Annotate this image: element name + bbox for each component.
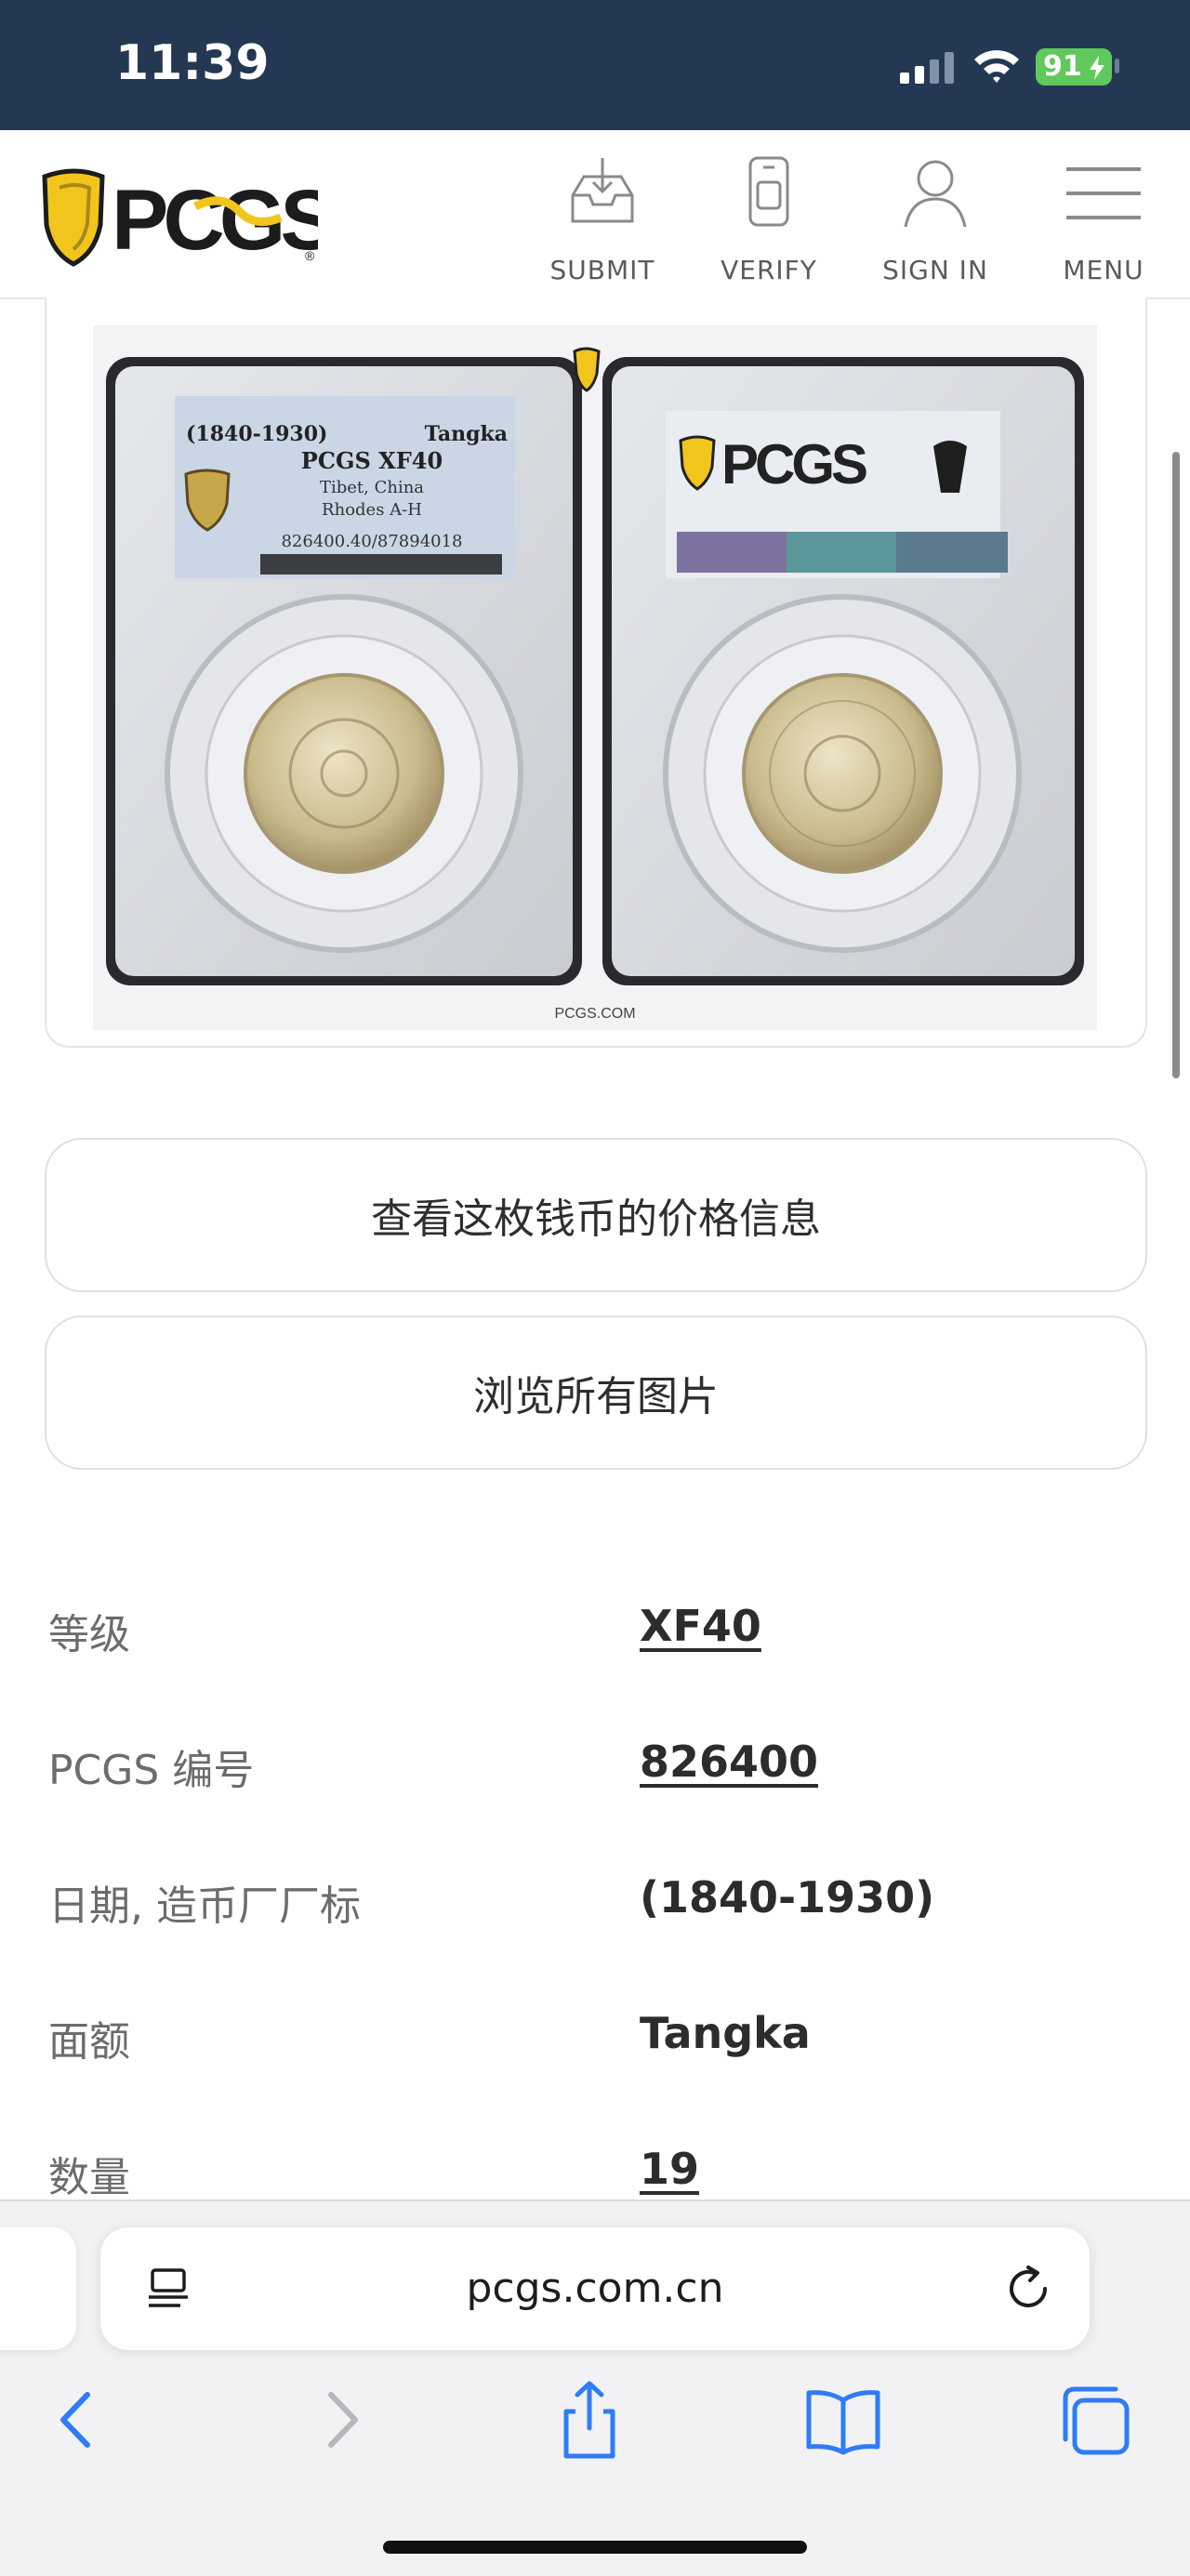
- battery-cap: [1115, 59, 1119, 73]
- battery-icon: 91: [1036, 48, 1112, 86]
- detail-value-population[interactable]: 19: [640, 2144, 699, 2194]
- detail-value-grade[interactable]: XF40: [640, 1601, 761, 1651]
- nav-verify-label: VERIFY: [721, 255, 817, 285]
- user-icon: [904, 160, 967, 228]
- slab-denomination: Tangka: [425, 422, 508, 446]
- cellular-signal-icon: [900, 52, 954, 84]
- slab-country: Tibet, China: [320, 478, 424, 497]
- back-icon[interactable]: [37, 2378, 121, 2462]
- status-time: 11:39: [115, 35, 270, 91]
- nav-menu-label: MENU: [1063, 255, 1144, 285]
- slab-date: (1840-1930): [186, 422, 327, 446]
- nav-verify[interactable]: VERIFY: [699, 156, 839, 286]
- pcgs-logo[interactable]: PCGS ®: [39, 167, 318, 270]
- view-all-images-button[interactable]: 浏览所有图片: [45, 1315, 1147, 1470]
- detail-label-pcgs-number: PCGS 编号: [48, 1747, 255, 1794]
- price-info-button[interactable]: 查看这枚钱币的价格信息: [45, 1138, 1147, 1292]
- detail-value-pcgs-number[interactable]: 826400: [640, 1737, 818, 1787]
- price-info-label: 查看这枚钱币的价格信息: [371, 1196, 821, 1243]
- home-indicator[interactable]: [383, 2541, 807, 2554]
- coin-image-card[interactable]: (1840-1930) Tangka PCGS XF40 Tibet, Chin…: [45, 297, 1147, 1048]
- slab-logo-text: PCGS: [721, 433, 866, 495]
- detail-label-date-mint: 日期, 造币厂厂标: [48, 1882, 361, 1930]
- forward-icon[interactable]: [298, 2378, 381, 2462]
- slab-cert: 826400.40/87894018: [281, 532, 462, 551]
- wifi-icon: [974, 50, 1019, 83]
- detail-value-date-mint: (1840-1930): [640, 1872, 935, 1922]
- svg-text:®: ®: [305, 248, 315, 263]
- scrollbar-thumb[interactable]: [1172, 452, 1180, 1078]
- coin-reverse: [742, 673, 943, 874]
- detail-label-population: 数量: [48, 2154, 130, 2201]
- slab-barcode: [260, 554, 502, 575]
- nav-submit-label: SUBMIT: [549, 255, 655, 285]
- nav-menu[interactable]: MENU: [1034, 156, 1173, 286]
- tabs-icon[interactable]: [1054, 2378, 1138, 2462]
- bookmarks-icon[interactable]: [801, 2378, 885, 2462]
- photo-watermark: PCGS.COM: [554, 1006, 635, 1022]
- reload-icon[interactable]: [1004, 2265, 1052, 2313]
- charging-bolt-icon: [1090, 56, 1104, 80]
- nav-sign-in-label: SIGN IN: [882, 255, 988, 285]
- hamburger-icon: [1066, 167, 1141, 219]
- slab-grade: PCGS XF40: [301, 447, 443, 474]
- nav-sign-in[interactable]: SIGN IN: [866, 156, 1005, 286]
- inbox-download-icon: [571, 158, 634, 223]
- url-text: pcgs.com.cn: [466, 2265, 724, 2312]
- nav-submit[interactable]: SUBMIT: [533, 156, 672, 286]
- browser-toolbar: pcgs.com.cn: [0, 2200, 1190, 2576]
- phone-verify-icon: [748, 156, 789, 227]
- address-bar[interactable]: pcgs.com.cn: [100, 2227, 1090, 2350]
- share-icon[interactable]: [548, 2378, 631, 2462]
- coin-slab-photo[interactable]: (1840-1930) Tangka PCGS XF40 Tibet, Chin…: [93, 325, 1097, 1030]
- detail-value-denomination: Tangka: [640, 2008, 811, 2058]
- previous-tab-preview[interactable]: [0, 2227, 76, 2350]
- coin-obverse: [244, 673, 444, 874]
- detail-label-denomination: 面额: [48, 2018, 130, 2066]
- site-header: PCGS ® SUBMIT VERIFY SIGN IN MENU: [0, 130, 1190, 299]
- detail-label-grade: 等级: [48, 1611, 130, 1658]
- slab-variety: Rhodes A-H: [322, 500, 422, 520]
- view-all-images-label: 浏览所有图片: [473, 1373, 719, 1420]
- status-bar: 11:39 91: [0, 0, 1190, 130]
- battery-level: 91: [1043, 50, 1082, 83]
- svg-text:PCGS: PCGS: [112, 173, 318, 268]
